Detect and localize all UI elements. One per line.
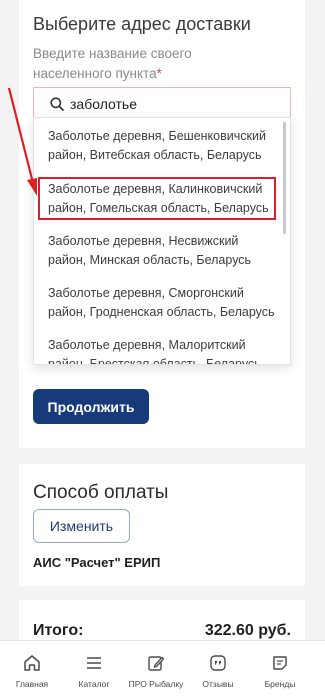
nav-home[interactable]: Главная: [0, 649, 64, 689]
suggestion-item[interactable]: Заболотье деревня, Бешенковичский район,…: [48, 127, 280, 165]
suggestions-dropdown: Заболотье деревня, Бешенковичский район,…: [33, 117, 291, 365]
nav-pro-fishing-label: ПРО Рыбалку: [128, 679, 184, 689]
settlement-search-input[interactable]: [70, 92, 270, 116]
total-label: Итого:: [33, 622, 84, 639]
catalog-list-icon: [87, 657, 101, 669]
payment-title: Способ оплаты: [33, 482, 169, 503]
reviews-quote-icon: [210, 655, 226, 671]
payment-card: Способ оплаты Изменить АИС "Расчет" ЕРИП: [19, 464, 305, 586]
settlement-label-text: Введите название своего населенного пунк…: [33, 46, 192, 81]
nav-reviews[interactable]: Отзывы: [186, 649, 250, 689]
dropdown-scrollbar[interactable]: [283, 122, 286, 234]
nav-pro-fishing[interactable]: ПРО Рыбалку: [124, 649, 188, 689]
continue-button[interactable]: Продолжить: [33, 389, 149, 424]
settlement-search-box[interactable]: [33, 87, 291, 121]
nav-home-label: Главная: [15, 679, 49, 689]
total-value: 322.60 руб.: [204, 622, 291, 639]
nav-catalog[interactable]: Каталог: [62, 649, 126, 689]
nav-brands[interactable]: Бренды: [248, 649, 312, 689]
nav-reviews-label: Отзывы: [202, 679, 234, 689]
search-icon: [50, 97, 64, 111]
suggestion-item[interactable]: Заболотье деревня, Несвижский район, Мин…: [48, 232, 280, 270]
selected-suggestion-highlight: [38, 177, 276, 220]
nav-catalog-label: Каталог: [78, 679, 110, 689]
pencil-edit-icon: [148, 656, 165, 671]
delivery-title: Выберите адрес доставки: [33, 14, 251, 34]
settlement-field-label: Введите название своего населенного пунк…: [33, 44, 273, 84]
payment-method-text: АИС "Расчет" ЕРИП: [33, 555, 161, 570]
suggestion-item[interactable]: Заболотье деревня, Малоритский район, Бр…: [48, 336, 280, 364]
brands-icon: [273, 656, 287, 670]
change-payment-button[interactable]: Изменить: [33, 509, 130, 543]
total-card: Итого: 322.60 руб.: [19, 600, 305, 644]
suggestion-item[interactable]: Заболотье деревня, Сморгонский район, Гр…: [48, 284, 280, 322]
bottom-nav: Главная Каталог ПРО Рыбалку Отзывы Бренд…: [0, 640, 325, 698]
home-icon: [24, 655, 40, 671]
required-mark: *: [156, 66, 162, 81]
nav-brands-label: Бренды: [264, 679, 296, 689]
